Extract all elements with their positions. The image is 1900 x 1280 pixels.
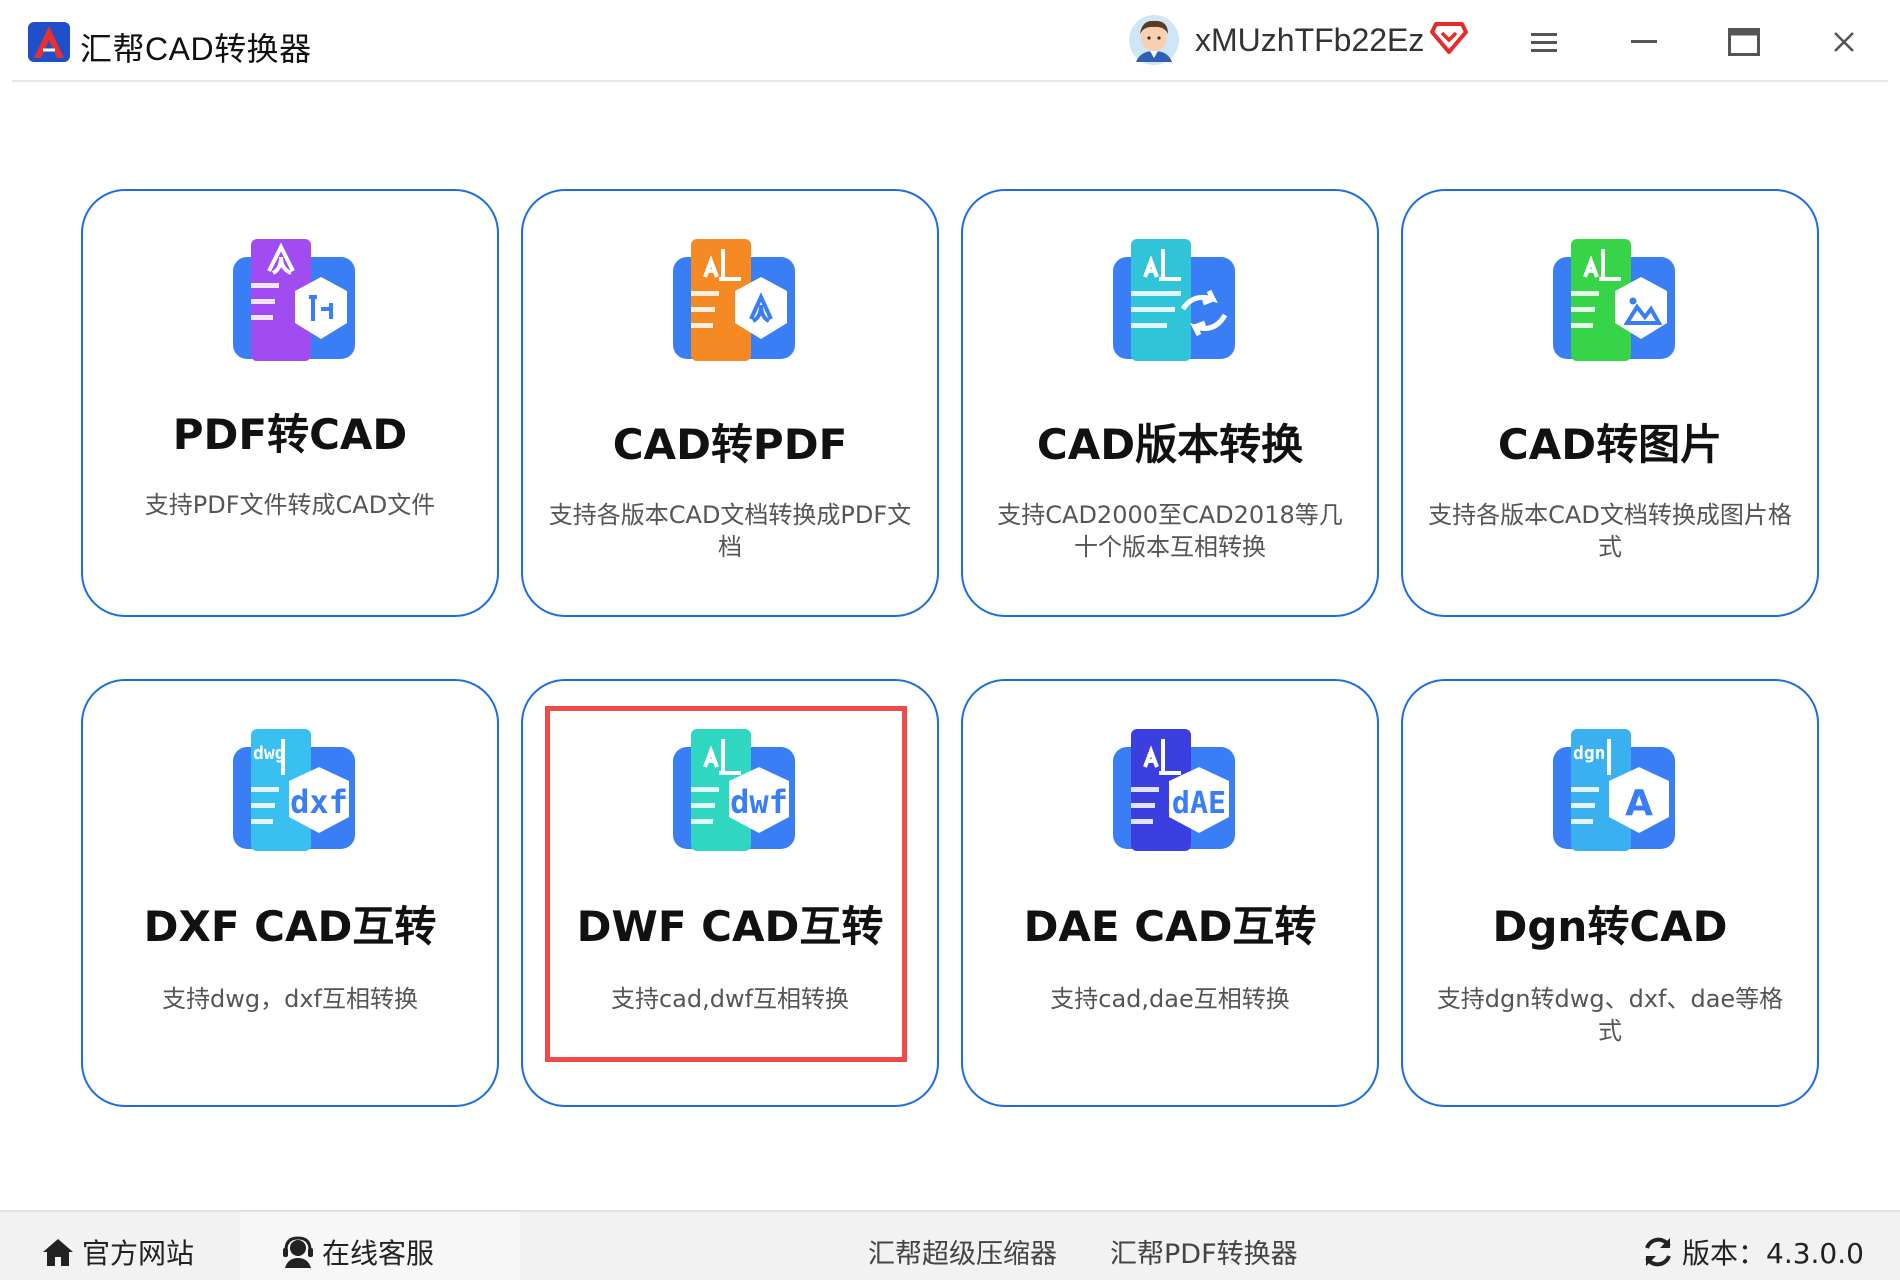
close-button[interactable] bbox=[1822, 20, 1866, 64]
cad-to-image-icon bbox=[1553, 239, 1675, 361]
card-title: DWF CAD互转 bbox=[576, 902, 884, 951]
card-cad-version-convert[interactable]: CAD版本转换 支持CAD2000至CAD2018等几十个版本互相转换 bbox=[961, 189, 1379, 617]
customer-service-icon bbox=[283, 1236, 313, 1268]
user-name[interactable]: xMUzhTFb22Ez bbox=[1195, 22, 1424, 59]
online-support-link[interactable]: 在线客服 bbox=[280, 1232, 434, 1272]
title-divider bbox=[12, 80, 1888, 82]
card-title: CAD转图片 bbox=[1497, 420, 1723, 469]
card-dxf-cad[interactable]: dwg dxf DXF CAD互转 支持dwg，dxf互相转换 bbox=[81, 679, 499, 1107]
card-title: PDF转CAD bbox=[172, 410, 408, 459]
menu-button[interactable] bbox=[1522, 20, 1566, 64]
dwg-badge-text: dwg bbox=[253, 743, 286, 764]
app-logo-icon bbox=[28, 22, 70, 62]
dwf-cad-icon: dwf bbox=[673, 729, 795, 851]
card-title: Dgn转CAD bbox=[1492, 902, 1728, 951]
maximize-button[interactable] bbox=[1722, 20, 1766, 64]
dae-badge-text: dAE bbox=[1172, 786, 1226, 821]
pdf-to-cad-icon bbox=[233, 239, 355, 361]
card-description: 支持PDF文件转成CAD文件 bbox=[144, 491, 436, 519]
pdf-converter-link[interactable]: 汇帮PDF转换器 bbox=[1110, 1232, 1298, 1271]
app-title: 汇帮CAD转换器 bbox=[80, 31, 312, 67]
footer-bar: 官方网站 在线客服 汇帮超级压缩器 汇帮PDF转换器 版本：4.3.0.0 bbox=[0, 1210, 1900, 1280]
cad-version-convert-icon bbox=[1113, 239, 1235, 361]
card-description: 支持CAD2000至CAD2018等几十个版本互相转换 bbox=[997, 501, 1343, 561]
card-dgn-to-cad[interactable]: dgn A Dgn转CAD 支持dgn转dwg、dxf、dae等格式 bbox=[1401, 679, 1819, 1107]
card-title: CAD版本转换 bbox=[1036, 420, 1304, 469]
title-bar: 汇帮CAD转换器 xMUzhTFb22Ez bbox=[0, 0, 1900, 82]
compressor-link[interactable]: 汇帮超级压缩器 bbox=[868, 1232, 1057, 1271]
card-description: 支持dgn转dwg、dxf、dae等格式 bbox=[1436, 985, 1784, 1045]
minimize-button[interactable] bbox=[1622, 20, 1666, 64]
card-dae-cad[interactable]: dAE DAE CAD互转 支持cad,dae互相转换 bbox=[961, 679, 1379, 1107]
dwf-badge-text: dwf bbox=[730, 783, 788, 821]
official-website-link[interactable]: 官方网站 bbox=[40, 1232, 194, 1272]
dxf-cad-icon: dwg dxf bbox=[233, 729, 355, 851]
dgn-to-cad-icon: dgn A bbox=[1553, 729, 1675, 851]
hamburger-menu-icon bbox=[1531, 33, 1557, 52]
card-cad-to-pdf[interactable]: CAD转PDF 支持各版本CAD文档转换成PDF文档 bbox=[521, 189, 939, 617]
online-support-label: 在线客服 bbox=[322, 1237, 435, 1270]
pdf-converter-label: 汇帮PDF转换器 bbox=[1110, 1239, 1298, 1270]
dae-cad-icon: dAE bbox=[1113, 729, 1235, 851]
vip-diamond-icon[interactable] bbox=[1430, 20, 1468, 56]
card-cad-to-image[interactable]: CAD转图片 支持各版本CAD文档转换成图片格式 bbox=[1401, 189, 1819, 617]
version-info[interactable]: 版本：4.3.0.0 bbox=[1640, 1232, 1864, 1272]
maximize-icon bbox=[1728, 28, 1760, 56]
dxf-badge-text: dxf bbox=[290, 783, 348, 821]
dgn-badge-text: dgn bbox=[1573, 743, 1606, 764]
card-description: 支持cad,dae互相转换 bbox=[1050, 985, 1290, 1013]
card-title: DXF CAD互转 bbox=[143, 902, 437, 951]
card-description: 支持各版本CAD文档转换成PDF文档 bbox=[548, 501, 912, 561]
card-description: 支持dwg，dxf互相转换 bbox=[162, 985, 418, 1013]
refresh-icon bbox=[1645, 1237, 1671, 1267]
compressor-label: 汇帮超级压缩器 bbox=[868, 1239, 1057, 1270]
user-avatar[interactable] bbox=[1128, 14, 1180, 66]
home-icon bbox=[43, 1239, 73, 1266]
card-title: DAE CAD互转 bbox=[1023, 902, 1317, 951]
card-title: CAD转PDF bbox=[612, 420, 848, 469]
a-badge-text: A bbox=[1625, 783, 1653, 824]
card-pdf-to-cad[interactable]: PDF转CAD 支持PDF文件转成CAD文件 bbox=[81, 189, 499, 617]
close-icon bbox=[1834, 32, 1854, 52]
official-website-label: 官方网站 bbox=[82, 1237, 195, 1270]
minimize-icon bbox=[1631, 40, 1657, 43]
version-label: 版本：4.3.0.0 bbox=[1682, 1237, 1864, 1270]
card-dwf-cad[interactable]: dwf DWF CAD互转 支持cad,dwf互相转换 bbox=[521, 679, 939, 1107]
cad-to-pdf-icon bbox=[673, 239, 795, 361]
card-description: 支持cad,dwf互相转换 bbox=[610, 985, 850, 1013]
card-description: 支持各版本CAD文档转换成图片格式 bbox=[1428, 501, 1792, 561]
